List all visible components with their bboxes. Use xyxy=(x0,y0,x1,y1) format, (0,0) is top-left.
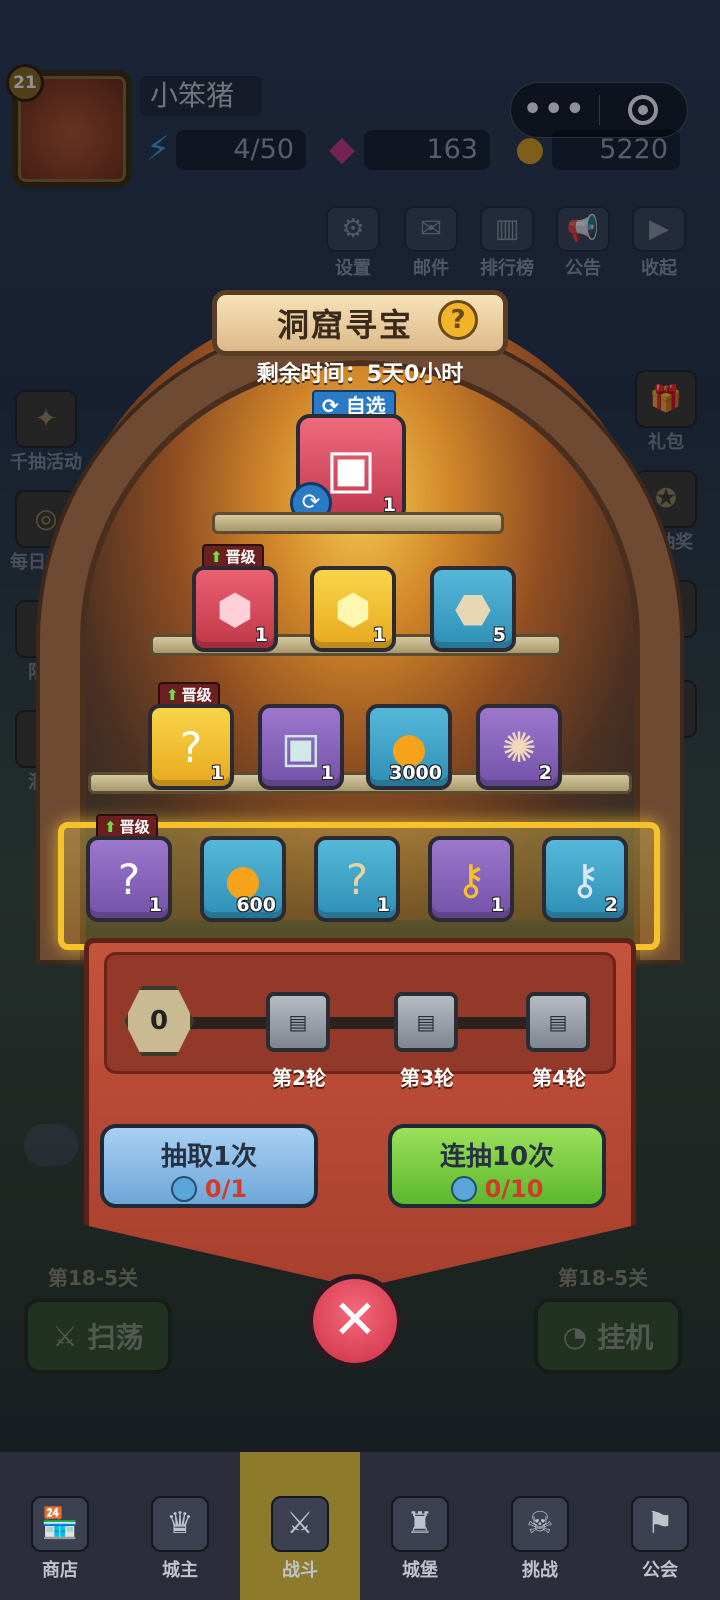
up-arrow-icon: ⬆ xyxy=(104,818,117,836)
nav-shop[interactable]: 🏪 商店 xyxy=(0,1452,120,1600)
up-arrow-icon: ⬆ xyxy=(166,686,179,704)
help-icon[interactable]: ? xyxy=(438,300,478,340)
reward-slot[interactable]: ? 1 xyxy=(148,704,234,790)
bottom-nav: 🏪 商店 ♛ 城主 ⚔ 战斗 ♜ 城堡 ☠ 挑战 ⚑ 公会 xyxy=(0,1448,720,1600)
reward-slot[interactable]: ● 600 xyxy=(200,836,286,922)
nav-guild[interactable]: ⚑ 公会 xyxy=(600,1452,720,1600)
mystery-banner-icon: ? xyxy=(345,854,369,904)
random-gems-icon: ? xyxy=(117,854,141,904)
nav-label: 公会 xyxy=(642,1560,678,1581)
reward-slot[interactable]: ⬢ 1 xyxy=(310,566,396,652)
item-qty: 2 xyxy=(538,762,552,784)
reward-slot[interactable]: ? 1 xyxy=(314,836,400,922)
nav-lord[interactable]: ♛ 城主 xyxy=(120,1452,240,1600)
draw-once-button[interactable]: 抽取1次 0/1 xyxy=(100,1124,318,1208)
nav-label: 挑战 xyxy=(522,1560,558,1581)
sun-stone-icon: ✺ xyxy=(501,722,537,772)
item-qty: 3000 xyxy=(389,762,442,784)
skull-icon: ☠ xyxy=(511,1496,569,1552)
item-qty: 1 xyxy=(254,624,268,646)
upgrade-tag-label: 晋级 xyxy=(119,818,150,836)
close-icon: ✕ xyxy=(332,1288,378,1351)
nav-label: 城堡 xyxy=(402,1560,438,1581)
item-qty: 5 xyxy=(492,624,506,646)
upgrade-tag-label: 晋级 xyxy=(181,686,212,704)
nav-challenge[interactable]: ☠ 挑战 xyxy=(480,1452,600,1600)
up-arrow-icon: ⬆ xyxy=(210,548,223,566)
round-label: 第4轮 xyxy=(532,1066,586,1090)
round-chest-icon[interactable]: ▤ xyxy=(394,992,458,1052)
pickaxe-token-icon xyxy=(170,1176,197,1202)
item-qty: 600 xyxy=(236,894,276,916)
draw-ten-label: 连抽10次 xyxy=(439,1142,555,1172)
draw-ten-button[interactable]: 连抽10次 0/10 xyxy=(388,1124,606,1208)
item-qty: 1 xyxy=(210,762,224,784)
draw-once-label: 抽取1次 xyxy=(160,1142,258,1172)
nav-label: 城主 xyxy=(162,1560,198,1581)
reward-slot[interactable]: ● 3000 xyxy=(366,704,452,790)
nav-label: 商店 xyxy=(42,1560,78,1581)
item-qty: 1 xyxy=(320,762,334,784)
remaining-time: 剩余时间：5天0小时 xyxy=(256,362,464,387)
round-chest-icon[interactable]: ▤ xyxy=(266,992,330,1052)
reward-slot[interactable]: ⚷ 1 xyxy=(428,836,514,922)
pink-chest-icon: ▣ xyxy=(325,436,377,500)
upgrade-tag-label: 晋级 xyxy=(225,548,256,566)
pickaxe-token-icon xyxy=(450,1176,477,1202)
reward-slot[interactable]: ✺ 2 xyxy=(476,704,562,790)
draw-once-cost: 0/1 xyxy=(204,1175,248,1203)
modal-title-text: 洞窟寻宝 xyxy=(276,306,413,344)
reward-slot[interactable]: ⬢ 1 xyxy=(192,566,278,652)
ruby-icon: ⬢ xyxy=(216,584,254,634)
crown-icon: ♛ xyxy=(151,1496,209,1552)
round-progress-track xyxy=(180,1017,580,1029)
castle-icon: ♜ xyxy=(391,1496,449,1552)
scroll-stone-icon: ⬣ xyxy=(454,584,492,634)
round-label: 第2轮 xyxy=(272,1066,326,1090)
guild-icon: ⚑ xyxy=(631,1496,689,1552)
round-label: 第3轮 xyxy=(400,1066,454,1090)
reward-slot[interactable]: ▣ 1 xyxy=(258,704,344,790)
yellow-gem-icon: ⬢ xyxy=(334,584,372,634)
silver-key-icon: ⚷ xyxy=(569,854,601,904)
item-qty: 1 xyxy=(490,894,504,916)
round-chest-icon[interactable]: ▤ xyxy=(526,992,590,1052)
reward-slot[interactable]: ? 1 xyxy=(86,836,172,922)
item-qty: 1 xyxy=(148,894,162,916)
reward-slot[interactable]: ⚷ 2 xyxy=(542,836,628,922)
item-qty: 1 xyxy=(376,894,390,916)
random-gems-icon: ? xyxy=(179,722,203,772)
draw-ten-cost: 0/10 xyxy=(484,1175,544,1203)
silver-chest-icon: ▣ xyxy=(281,722,321,772)
swords-icon: ⚔ xyxy=(271,1496,329,1552)
close-button[interactable]: ✕ xyxy=(308,1274,402,1368)
nav-label: 战斗 xyxy=(282,1560,318,1581)
nav-castle[interactable]: ♜ 城堡 xyxy=(360,1452,480,1600)
gold-key-icon: ⚷ xyxy=(455,854,487,904)
shelf-tier-1 xyxy=(212,512,504,534)
shop-icon: 🏪 xyxy=(31,1496,89,1552)
reward-slot[interactable]: ⬣ 5 xyxy=(430,566,516,652)
item-qty: 2 xyxy=(604,894,618,916)
item-qty: 1 xyxy=(372,624,386,646)
nav-battle[interactable]: ⚔ 战斗 xyxy=(240,1452,360,1600)
